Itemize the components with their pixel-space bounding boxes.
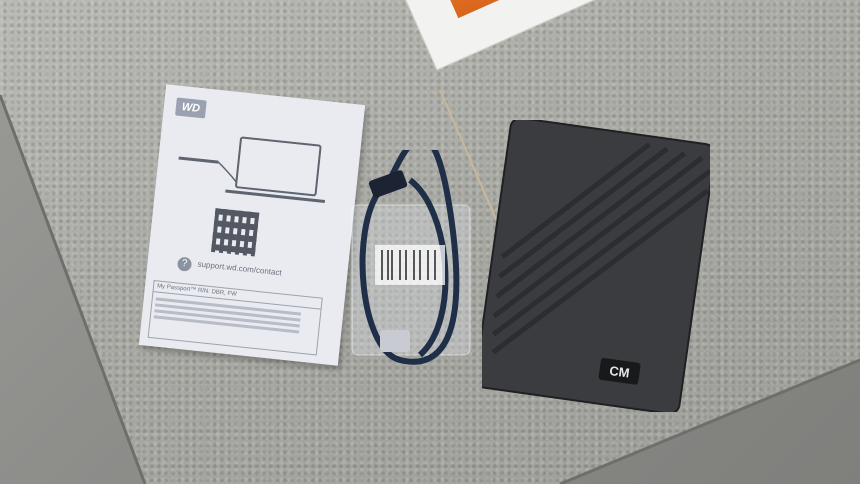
drive-badge-text: CM bbox=[608, 363, 630, 381]
laptop-illustration-icon bbox=[178, 136, 326, 203]
quick-start-manual: WD ? support.wd.com/contact My Passport™… bbox=[138, 84, 366, 366]
usb-cable bbox=[351, 150, 471, 365]
support-url: support.wd.com/contact bbox=[197, 259, 283, 278]
portable-hard-drive: CM bbox=[482, 120, 710, 412]
help-icon: ? bbox=[176, 256, 193, 272]
spec-table: My Passport™ R/N: DBR, FW bbox=[147, 280, 323, 356]
qr-code-icon bbox=[210, 208, 260, 257]
micro-b-connector-icon bbox=[380, 330, 410, 352]
product-photo: WD ? support.wd.com/contact My Passport™… bbox=[0, 0, 860, 484]
box-orange-stripe bbox=[429, 0, 541, 19]
wd-logo: WD bbox=[175, 97, 207, 119]
usb-a-connector-icon bbox=[368, 170, 408, 198]
